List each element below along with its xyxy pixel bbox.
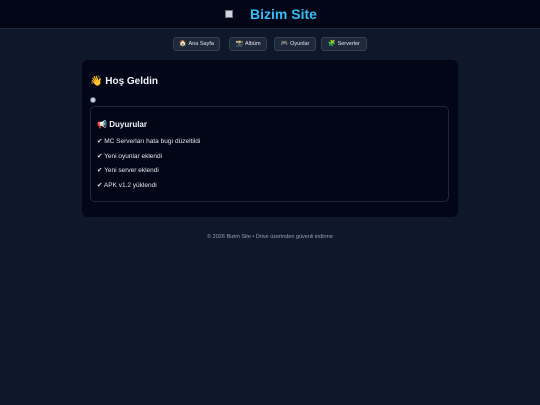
camera-icon: 📸 [235,41,243,47]
announcement-item: ✔ Yeni server eklendi [97,167,159,174]
nav-games-button[interactable]: 🎮 Oyunlar [274,37,316,51]
announcement-item: ✔ APK v1.2 yüklendi [97,182,157,189]
waving-hand-icon: 👋 [90,76,103,87]
main-nav: 🏠 Ana Sayfa 📸 Albüm 🎮 Oyunlar 🧩 Serverle… [0,37,540,51]
megaphone-icon: 📢 [97,120,107,129]
puzzle-icon: 🧩 [328,41,336,47]
announcements-title: Duyurular [109,120,147,129]
site-header: Bizim Site [0,0,540,29]
nav-servers-button[interactable]: 🧩 Serverler [321,37,367,51]
announcements-heading: 📢 Duyurular [97,120,147,130]
announcement-item: ✔ Yeni oyunlar eklendi [97,153,163,160]
welcome-card: 👋 Hoş Geldin 📢 Duyurular ✔ MC Serverları… [82,60,458,217]
gamepad-icon: 🎮 [280,41,289,47]
site-footer: © 2026 Bizim Site • Drive üzerinden güve… [207,234,333,240]
announcement-item: ✔ MC Serverları hata bugı düzeltildi [97,138,201,145]
nav-games-label: Oyunlar [290,41,310,47]
broken-image-icon [225,10,233,18]
welcome-heading: 👋 Hoş Geldin [90,76,158,88]
site-title[interactable]: Bizim Site [250,6,317,22]
announcements-box: 📢 Duyurular ✔ MC Serverları hata bugı dü… [90,106,449,202]
home-icon: 🏠 [179,41,187,47]
nav-album-button[interactable]: 📸 Albüm [229,37,267,51]
broken-image-icon [90,97,96,103]
nav-album-label: Albüm [244,41,261,47]
nav-home-label: Ana Sayfa [188,41,214,47]
nav-home-button[interactable]: 🏠 Ana Sayfa [173,37,220,51]
welcome-title: Hoş Geldin [105,76,159,87]
nav-servers-label: Serverler [337,41,360,47]
